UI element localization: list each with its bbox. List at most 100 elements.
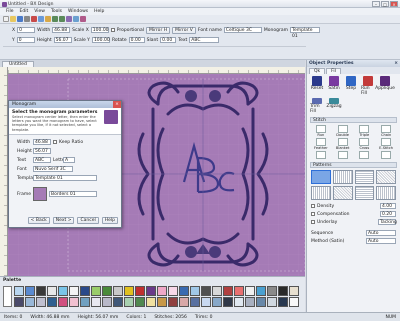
select-icon[interactable] (73, 16, 79, 22)
menu-file[interactable]: File (6, 9, 14, 14)
dialog-close-button[interactable]: × (113, 101, 121, 108)
color-swatch[interactable] (124, 286, 134, 296)
density-checkbox[interactable] (311, 204, 315, 208)
stitch-run[interactable]: Run (311, 125, 331, 137)
menu-tools[interactable]: Tools (51, 9, 62, 14)
maximize-button[interactable]: □ (381, 1, 389, 7)
color-swatch[interactable] (25, 286, 35, 296)
dlg-template-select[interactable]: Template 01 (33, 175, 97, 181)
underlay-field[interactable]: Tacking (378, 219, 397, 225)
menu-view[interactable]: View (34, 9, 45, 14)
underlay-checkbox[interactable] (311, 220, 315, 224)
pattern-item[interactable] (332, 186, 353, 200)
color-swatch[interactable] (135, 286, 145, 296)
color-swatch[interactable] (91, 297, 101, 307)
menu-windows[interactable]: Windows (68, 9, 88, 14)
color-swatch[interactable] (278, 297, 288, 307)
stitch-double[interactable]: Double (333, 125, 353, 137)
color-swatch[interactable] (135, 297, 145, 307)
color-swatch[interactable] (256, 286, 266, 296)
pattern-item[interactable] (332, 170, 353, 184)
color-swatch[interactable] (146, 297, 156, 307)
color-swatch[interactable] (91, 286, 101, 296)
y-field[interactable]: 0 (16, 37, 35, 43)
dlg-font-select[interactable]: Nuvo Serif 3C (33, 166, 73, 172)
next-button[interactable]: Next > (52, 217, 75, 224)
color-swatch[interactable] (190, 286, 200, 296)
color-swatch[interactable] (36, 297, 46, 307)
color-swatch[interactable] (146, 286, 156, 296)
minimize-button[interactable]: – (372, 1, 380, 7)
color-swatch[interactable] (102, 297, 112, 307)
color-swatch[interactable] (234, 286, 244, 296)
dlg-frame-select[interactable]: Borders 01 (49, 191, 97, 197)
color-swatch[interactable] (179, 297, 189, 307)
color-swatch[interactable] (14, 297, 24, 307)
color-swatch[interactable] (157, 297, 167, 307)
stitch-9[interactable] (333, 151, 353, 159)
color-swatch[interactable] (201, 286, 211, 296)
color-swatch[interactable] (256, 297, 266, 307)
stitch-triple[interactable]: Triple (355, 125, 375, 137)
compensation-field[interactable]: 0.20 (380, 211, 396, 217)
color-swatch[interactable] (201, 297, 211, 307)
method-select[interactable]: Auto (366, 238, 396, 244)
color-swatch[interactable] (168, 286, 178, 296)
cut-icon[interactable] (31, 16, 37, 22)
pattern-item[interactable] (311, 170, 331, 184)
monogram-select[interactable]: Template 01 (289, 27, 320, 39)
scale-x-field[interactable]: 100.00 (90, 27, 109, 33)
color-swatch[interactable] (69, 286, 79, 296)
tool-zigzag[interactable]: Zigzag (326, 98, 342, 114)
mirror-v-button[interactable]: Mirror V (172, 26, 196, 34)
color-swatch[interactable] (267, 297, 277, 307)
stitch-8[interactable] (311, 151, 331, 159)
stitch-feather[interactable]: Feather (311, 138, 331, 150)
height-field[interactable]: 56.07 (53, 37, 72, 43)
density-field[interactable]: 4.00 (380, 203, 396, 209)
scale-y-field[interactable]: 100.00 (91, 37, 110, 43)
copy-icon[interactable] (38, 16, 44, 22)
color-swatch[interactable] (47, 297, 57, 307)
text-field[interactable]: ABC (189, 37, 220, 43)
color-swatch[interactable] (36, 286, 46, 296)
tool-reset[interactable]: Reset (310, 76, 324, 96)
redo-icon[interactable] (59, 16, 65, 22)
paste-icon[interactable] (45, 16, 51, 22)
sequence-select[interactable]: Auto (366, 230, 396, 236)
menu-edit[interactable]: Edit (20, 9, 29, 14)
tool-satin[interactable]: Satin (327, 76, 341, 96)
color-swatch[interactable] (179, 286, 189, 296)
hoop-icon[interactable] (80, 16, 86, 22)
close-button[interactable]: × (390, 1, 398, 7)
color-swatch[interactable] (69, 297, 79, 307)
color-swatch[interactable] (14, 286, 24, 296)
color-swatch[interactable] (25, 297, 35, 307)
open-icon[interactable] (10, 16, 16, 22)
color-swatch[interactable] (124, 297, 134, 307)
color-swatch[interactable] (289, 297, 299, 307)
slant-field[interactable]: 0.00 (160, 37, 177, 43)
pattern-item[interactable] (354, 186, 375, 200)
color-swatch[interactable] (113, 297, 123, 307)
pattern-item[interactable] (376, 186, 396, 200)
color-swatch[interactable] (80, 286, 90, 296)
color-swatch[interactable] (223, 297, 233, 307)
stitch-chain[interactable]: Chain (376, 125, 396, 137)
pattern-item[interactable] (354, 170, 375, 184)
print-icon[interactable] (24, 16, 30, 22)
color-swatch[interactable] (58, 286, 68, 296)
tool-run-fill[interactable]: Run Fill (361, 76, 375, 96)
zoom-icon[interactable] (66, 16, 72, 22)
stitch-e[interactable]: E-Stitch (376, 138, 396, 150)
color-swatch[interactable] (190, 297, 200, 307)
stitch-blanket[interactable]: Blanket (333, 138, 353, 150)
keep-ratio-checkbox[interactable] (53, 140, 57, 144)
save-icon[interactable] (17, 16, 23, 22)
color-swatch[interactable] (234, 297, 244, 307)
color-swatch[interactable] (47, 286, 57, 296)
font-name-select[interactable]: Celtique 3C (223, 27, 262, 33)
compensation-checkbox[interactable] (311, 212, 315, 216)
stitch-10[interactable] (355, 151, 375, 159)
dlg-width-field[interactable]: 46.88 (33, 139, 51, 145)
